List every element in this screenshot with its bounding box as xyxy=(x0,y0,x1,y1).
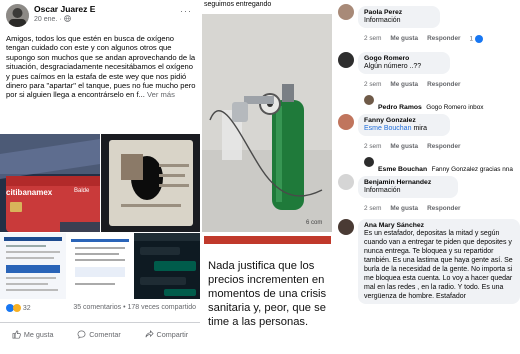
commenter-avatar[interactable] xyxy=(338,174,354,190)
haha-reaction-icon xyxy=(12,304,21,312)
like-label: Me gusta xyxy=(23,329,54,339)
card-bank-label: citibanamex xyxy=(6,188,53,197)
comment-actions: 2 sem Me gusta Responder xyxy=(364,143,461,150)
commenter-name[interactable]: Benjamin Hernandez xyxy=(364,179,452,186)
share-button[interactable]: Compartir xyxy=(145,329,189,339)
comment-like-button[interactable]: Me gusta xyxy=(390,143,418,150)
comment-reply-button[interactable]: Responder xyxy=(427,143,460,150)
comment-text: Es un estafador, depositas la mitad y se… xyxy=(364,230,513,300)
mention-link[interactable]: Esme Bouchan xyxy=(364,125,411,132)
share-label: Compartir xyxy=(156,329,189,339)
comment-text: Información xyxy=(364,17,401,24)
post-author-name[interactable]: Oscar Juarez E xyxy=(34,4,95,14)
comment-time[interactable]: 2 sem xyxy=(364,205,381,212)
comment-text: Algún número ..?? xyxy=(364,63,422,70)
reply-avatar[interactable] xyxy=(364,157,374,167)
photo-caption: seguimos entregando xyxy=(204,1,272,8)
reply-text: Gogo Romero inbox xyxy=(426,104,484,111)
comment-reply-button[interactable]: Responder xyxy=(427,81,460,88)
author-avatar[interactable] xyxy=(6,4,29,27)
comment-time[interactable]: 2 sem xyxy=(364,35,381,43)
commenter-avatar[interactable] xyxy=(338,4,354,20)
comment-actions: 2 sem Me gusta Responder xyxy=(364,205,461,212)
comments-shares-count[interactable]: 35 comentarios • 178 veces compartido xyxy=(73,304,196,311)
commenter-name[interactable]: Ana Mary Sánchez xyxy=(364,222,514,229)
post-photo-id[interactable] xyxy=(101,134,200,232)
share-icon xyxy=(145,329,154,337)
post-photo-card[interactable]: citibanamex Balde xyxy=(0,134,100,232)
comment-actions: 2 sem Me gusta Responder xyxy=(364,81,461,88)
photo-footer-label: 6 com xyxy=(306,220,323,226)
comment-bubble: Gogo Romero Algún número ..?? xyxy=(358,52,450,74)
post-time: 20 ene. xyxy=(34,16,58,23)
post-text: Amigos, todos los que estén en busca de … xyxy=(6,34,196,100)
oxygen-tank-photo[interactable]: 6 com xyxy=(202,0,332,232)
comment-actions: 2 sem Me gusta Responder 1 xyxy=(364,35,483,43)
facebook-post: Oscar Juarez E 20 ene. · ··· Amigos, tod… xyxy=(0,0,200,354)
reply-row[interactable]: Esme Bouchan Fanny Gonzalez gracias nna xyxy=(378,158,513,176)
see-more-link[interactable]: Ver más xyxy=(147,90,175,99)
reply-text: Fanny Gonzalez gracias nna xyxy=(431,166,513,173)
comment-reply-button[interactable]: Responder xyxy=(427,205,460,212)
comment-bubble: Ana Mary Sánchez Es un estafador, deposi… xyxy=(358,219,520,304)
reaction-summary[interactable]: 32 35 comentarios • 178 veces compartido xyxy=(6,304,196,316)
comment-like-button[interactable]: Me gusta xyxy=(390,81,418,88)
commenter-name[interactable]: Gogo Romero xyxy=(364,55,444,62)
comment-time[interactable]: 2 sem xyxy=(364,81,381,88)
quote-accent-bar xyxy=(204,236,331,244)
commenter-avatar[interactable] xyxy=(338,219,354,235)
card-side-label: Balde xyxy=(74,188,90,194)
reply-row[interactable]: Pedro Ramos Gogo Romero inbox xyxy=(378,96,483,114)
globe-icon: · xyxy=(59,15,71,23)
comment-text: Esme Bouchan mira xyxy=(364,125,428,132)
reply-author[interactable]: Pedro Ramos xyxy=(378,104,422,111)
commenter-name[interactable]: Paola Perez xyxy=(364,9,434,16)
post-action-bar: Me gusta Comentar Compartir xyxy=(0,322,200,345)
comment-reply-button[interactable]: Responder xyxy=(427,35,460,43)
comment-like-button[interactable]: Me gusta xyxy=(390,205,418,212)
comment-label: Comentar xyxy=(89,329,121,339)
reaction-count: 32 xyxy=(22,304,31,312)
comment-button[interactable]: Comentar xyxy=(77,330,121,339)
commenter-name[interactable]: Fanny Gonzalez xyxy=(364,117,444,124)
comment-like-button[interactable]: Me gusta xyxy=(390,35,418,43)
comment-bubble: Paola Perez Información xyxy=(358,6,440,28)
reply-avatar[interactable] xyxy=(364,95,374,105)
comment-icon xyxy=(77,330,86,339)
more-options-button[interactable]: ··· xyxy=(180,6,192,16)
comment-bubble: Fanny Gonzalez Esme Bouchan mira xyxy=(358,114,450,136)
thumbs-up-icon xyxy=(12,330,21,339)
commenter-avatar[interactable] xyxy=(338,114,354,130)
like-button[interactable]: Me gusta xyxy=(12,329,54,339)
comments-panel: Paola Perez Información 2 sem Me gusta R… xyxy=(334,0,520,354)
post-timestamp[interactable]: 20 ene. · xyxy=(34,15,71,23)
comment-bubble: Benjamin Hernandez Información xyxy=(358,176,458,198)
reply-author[interactable]: Esme Bouchan xyxy=(378,166,427,173)
comment-time[interactable]: 2 sem xyxy=(364,143,381,150)
post-photo-chat[interactable] xyxy=(134,233,200,299)
commenter-avatar[interactable] xyxy=(338,52,354,68)
comment-text: Información xyxy=(364,187,401,194)
like-reaction-icon xyxy=(474,35,483,43)
comment-reaction-count[interactable]: 1 xyxy=(470,35,483,43)
post-photo-transfer[interactable] xyxy=(0,233,66,299)
middle-panel: 6 com seguimos entregando Nada justifica… xyxy=(200,0,334,354)
post-photo-receipt[interactable] xyxy=(67,233,133,299)
pull-quote: Nada justifica que los precios increment… xyxy=(208,260,327,328)
